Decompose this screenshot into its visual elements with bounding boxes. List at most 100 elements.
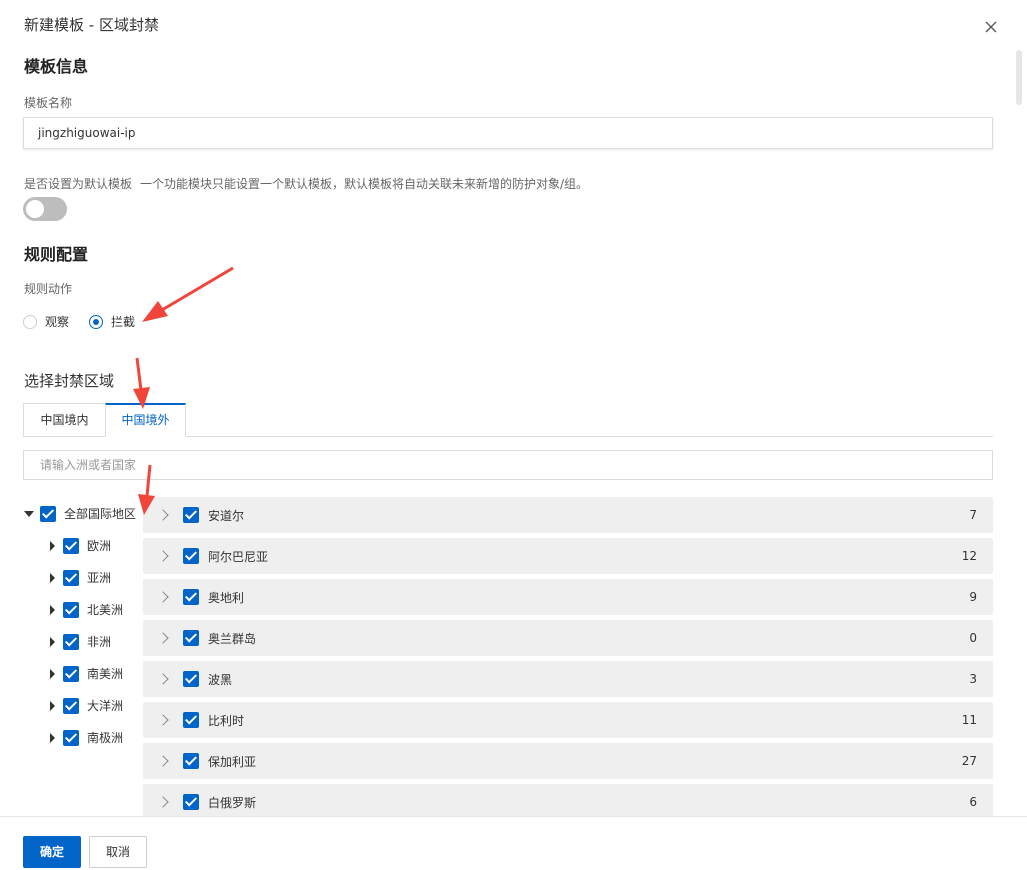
country-row[interactable]: 奥兰群岛 0 bbox=[143, 620, 993, 656]
country-count: 7 bbox=[969, 508, 977, 522]
radio-observe[interactable]: 观察 bbox=[23, 313, 69, 330]
default-template-row: 是否设置为默认模板 一个功能模块只能设置一个默认模板，默认模板将自动关联未来新增的… bbox=[24, 175, 588, 192]
caret-right-icon[interactable] bbox=[50, 604, 55, 615]
tree-item-antarctica[interactable]: 南极洲 bbox=[50, 729, 123, 746]
checkbox-north-america[interactable] bbox=[63, 601, 79, 618]
template-name-label: 模板名称 bbox=[24, 96, 73, 110]
chevron-right-icon[interactable] bbox=[157, 673, 169, 685]
radio-observe-label: 观察 bbox=[45, 315, 70, 329]
chevron-right-icon[interactable] bbox=[157, 755, 169, 767]
country-count: 11 bbox=[961, 713, 977, 727]
country-name: 波黑 bbox=[208, 672, 233, 687]
country-checkbox[interactable] bbox=[183, 671, 199, 687]
radio-block[interactable]: 拦截 bbox=[89, 313, 135, 330]
country-count: 9 bbox=[969, 590, 977, 604]
country-row[interactable]: 波黑 3 bbox=[143, 661, 993, 697]
scrollbar-thumb[interactable] bbox=[1016, 50, 1022, 105]
tree-item-asia[interactable]: 亚洲 bbox=[50, 569, 111, 586]
close-icon[interactable] bbox=[982, 18, 1000, 36]
default-template-switch[interactable] bbox=[23, 197, 67, 221]
chevron-right-icon[interactable] bbox=[157, 550, 169, 562]
caret-right-icon[interactable] bbox=[50, 636, 55, 647]
country-name: 比利时 bbox=[208, 713, 245, 728]
annotation-arrow-icon bbox=[142, 266, 234, 322]
caret-right-icon[interactable] bbox=[50, 732, 55, 743]
checkbox-all-international[interactable] bbox=[40, 505, 56, 522]
caret-down-icon[interactable] bbox=[24, 510, 34, 517]
country-count: 27 bbox=[961, 754, 977, 768]
country-row[interactable]: 阿尔巴尼亚 12 bbox=[143, 538, 993, 574]
country-name: 阿尔巴尼亚 bbox=[208, 549, 269, 564]
country-row[interactable]: 奥地利 9 bbox=[143, 579, 993, 615]
switch-knob bbox=[26, 200, 44, 218]
country-checkbox[interactable] bbox=[183, 712, 199, 728]
chevron-right-icon[interactable] bbox=[157, 591, 169, 603]
tree-item-label: 大洋洲 bbox=[87, 699, 124, 713]
checkbox-asia[interactable] bbox=[63, 569, 79, 586]
tab-overseas[interactable]: 中国境外 bbox=[105, 403, 186, 437]
country-count: 12 bbox=[961, 549, 977, 563]
chevron-right-icon[interactable] bbox=[157, 509, 169, 521]
ok-button[interactable]: 确定 bbox=[23, 836, 81, 868]
checkbox-south-america[interactable] bbox=[63, 665, 79, 682]
country-count: 0 bbox=[969, 631, 977, 645]
rule-action-radio-group: 观察 拦截 bbox=[23, 313, 155, 330]
country-row[interactable]: 安道尔 7 bbox=[143, 497, 993, 533]
default-template-hint: 一个功能模块只能设置一个默认模板，默认模板将自动关联未来新增的防护对象/组。 bbox=[140, 177, 589, 191]
country-checkbox[interactable] bbox=[183, 589, 199, 605]
country-row[interactable]: 比利时 11 bbox=[143, 702, 993, 738]
country-row[interactable]: 保加利亚 27 bbox=[143, 743, 993, 779]
country-checkbox[interactable] bbox=[183, 630, 199, 646]
tab-domestic[interactable]: 中国境内 bbox=[23, 403, 105, 437]
country-list: 安道尔 7 阿尔巴尼亚 12 奥地利 9 奥兰群岛 0 波黑 3 比利时 11 … bbox=[143, 497, 993, 817]
country-name: 白俄罗斯 bbox=[208, 795, 257, 810]
chevron-right-icon[interactable] bbox=[157, 632, 169, 644]
cancel-button[interactable]: 取消 bbox=[89, 836, 147, 868]
caret-right-icon[interactable] bbox=[50, 540, 55, 551]
country-checkbox[interactable] bbox=[183, 548, 199, 564]
country-checkbox[interactable] bbox=[183, 753, 199, 769]
country-checkbox[interactable] bbox=[183, 794, 199, 810]
tree-item-label: 亚洲 bbox=[87, 571, 112, 585]
tree-item-label: 南美洲 bbox=[87, 667, 124, 681]
rule-action-label: 规则动作 bbox=[24, 282, 73, 296]
tree-item-oceania[interactable]: 大洋洲 bbox=[50, 697, 123, 714]
region-title: 选择封禁区域 bbox=[24, 372, 115, 390]
region-search-input[interactable]: 请输入洲或者国家 bbox=[23, 450, 993, 480]
country-row[interactable]: 白俄罗斯 6 bbox=[143, 784, 993, 817]
template-name-input[interactable]: jingzhiguowai-ip bbox=[23, 117, 993, 149]
tree-item-africa[interactable]: 非洲 bbox=[50, 633, 111, 650]
tree-root-label: 全部国际地区 bbox=[64, 507, 137, 521]
radio-block-dot[interactable] bbox=[89, 314, 104, 329]
checkbox-europe[interactable] bbox=[63, 537, 79, 554]
tree-root[interactable]: 全部国际地区 bbox=[24, 505, 136, 522]
tree-item-north-america[interactable]: 北美洲 bbox=[50, 601, 123, 618]
chevron-right-icon[interactable] bbox=[157, 714, 169, 726]
country-count: 3 bbox=[969, 672, 977, 686]
country-name: 奥地利 bbox=[208, 590, 245, 605]
tree-item-label: 非洲 bbox=[87, 635, 112, 649]
caret-right-icon[interactable] bbox=[50, 572, 55, 583]
radio-block-label: 拦截 bbox=[111, 315, 136, 329]
country-name: 保加利亚 bbox=[208, 754, 257, 769]
tree-item-europe[interactable]: 欧洲 bbox=[50, 537, 111, 554]
tree-item-label: 欧洲 bbox=[87, 539, 112, 553]
dialog-footer: 确定 取消 bbox=[0, 816, 1027, 870]
checkbox-africa[interactable] bbox=[63, 633, 79, 650]
country-name: 奥兰群岛 bbox=[208, 631, 257, 646]
default-template-label: 是否设置为默认模板 bbox=[24, 177, 133, 191]
country-checkbox[interactable] bbox=[183, 507, 199, 523]
caret-right-icon[interactable] bbox=[50, 668, 55, 679]
rule-config-heading: 规则配置 bbox=[24, 245, 89, 264]
scrollbar[interactable] bbox=[1016, 40, 1023, 816]
country-count: 6 bbox=[969, 795, 977, 809]
caret-right-icon[interactable] bbox=[50, 700, 55, 711]
tree-item-label: 南极洲 bbox=[87, 731, 124, 745]
annotation-arrow-icon bbox=[133, 357, 150, 409]
radio-observe-dot[interactable] bbox=[23, 314, 37, 329]
chevron-right-icon[interactable] bbox=[157, 796, 169, 808]
country-name: 安道尔 bbox=[208, 508, 245, 523]
checkbox-oceania[interactable] bbox=[63, 697, 79, 714]
tree-item-south-america[interactable]: 南美洲 bbox=[50, 665, 123, 682]
checkbox-antarctica[interactable] bbox=[63, 729, 79, 746]
